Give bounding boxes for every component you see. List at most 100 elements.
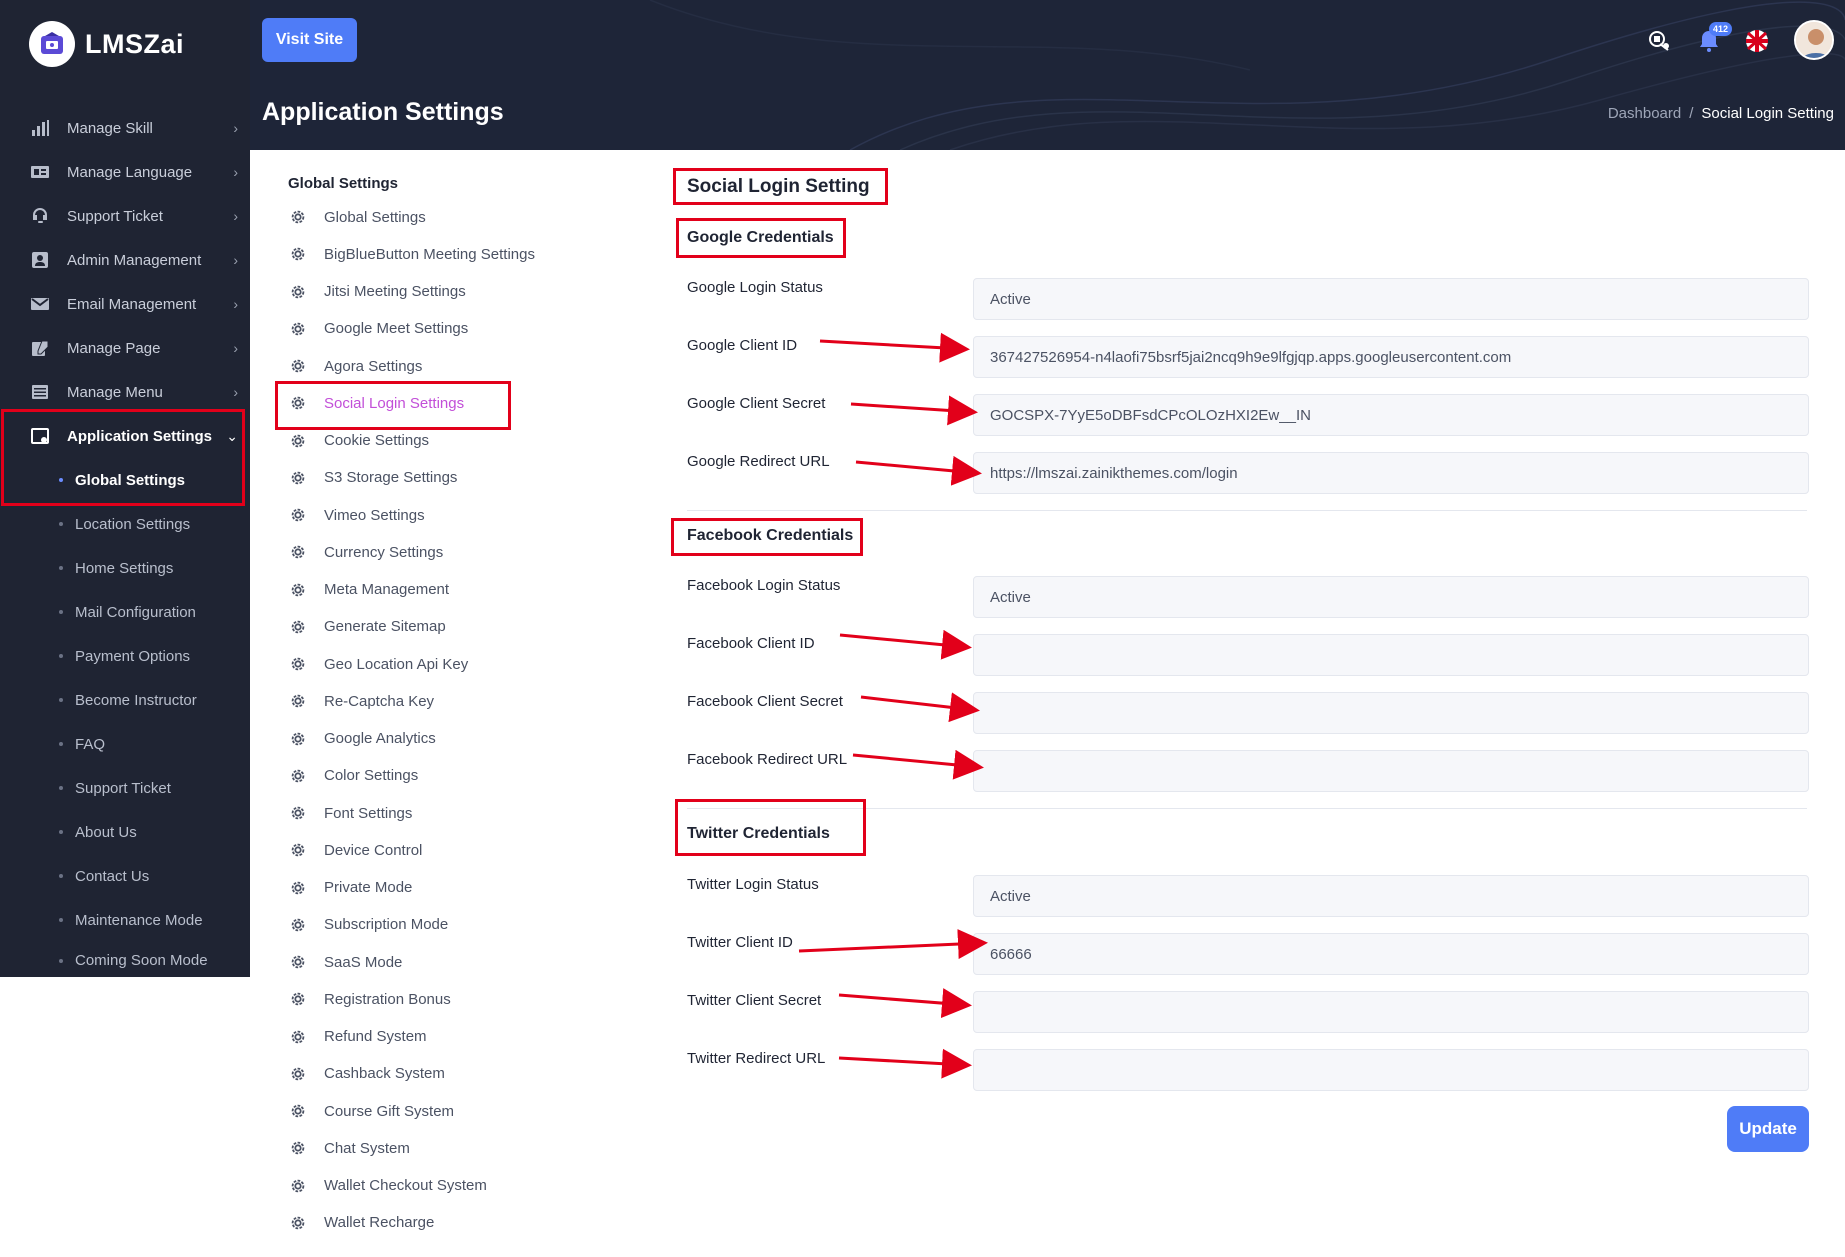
ai-assistant-icon[interactable] <box>1644 26 1674 56</box>
settings-link-registration-bonus[interactable]: Registration Bonus <box>262 982 637 1016</box>
sidebar-item-manage-page[interactable]: Manage Page › <box>0 326 250 370</box>
settings-link-cashback-system[interactable]: Cashback System <box>262 1057 637 1091</box>
sidebar-item-manage-skill[interactable]: Manage Skill › <box>0 106 250 150</box>
settings-link-course-gift-system[interactable]: Course Gift System <box>262 1094 637 1128</box>
gear-icon <box>289 432 307 450</box>
settings-window-icon <box>29 425 51 447</box>
gear-icon <box>289 394 307 412</box>
bullet-icon <box>59 610 63 614</box>
settings-link-google-analytics[interactable]: Google Analytics <box>262 722 637 756</box>
gear-icon <box>289 543 307 561</box>
submenu-contact-us[interactable]: Contact Us <box>0 856 250 896</box>
settings-link-wallet-recharge[interactable]: Wallet Recharge <box>262 1206 637 1240</box>
sidebar-item-manage-menu[interactable]: Manage Menu › <box>0 370 250 414</box>
facebook-login-status-select[interactable] <box>973 576 1809 618</box>
google-client-secret-input[interactable] <box>973 394 1809 436</box>
submenu-payment-options[interactable]: Payment Options <box>0 636 250 676</box>
twitter-login-status-select[interactable] <box>973 875 1809 917</box>
submenu-location-settings[interactable]: Location Settings <box>0 504 250 544</box>
settings-link-refund-system[interactable]: Refund System <box>262 1020 637 1054</box>
edit-page-icon <box>29 337 51 359</box>
submenu-coming-soon-mode[interactable]: Coming Soon Mode <box>0 944 250 977</box>
settings-link-meta-management[interactable]: Meta Management <box>262 573 637 607</box>
form-title: Social Login Setting <box>687 176 870 197</box>
settings-link-label: Refund System <box>324 1028 427 1045</box>
sidebar-item-email-management[interactable]: Email Management › <box>0 282 250 326</box>
settings-link-social-login-settings[interactable]: Social Login Settings <box>262 386 637 420</box>
submenu-global-settings[interactable]: Global Settings <box>0 460 250 500</box>
breadcrumb: Dashboard / Social Login Setting <box>1608 105 1834 122</box>
settings-link-wallet-checkout-system[interactable]: Wallet Checkout System <box>262 1169 637 1203</box>
submenu-faq[interactable]: FAQ <box>0 724 250 764</box>
google-login-status-select[interactable] <box>973 278 1809 320</box>
sidebar: LMSZai Manage Skill › Manage Language › … <box>0 0 250 977</box>
sidebar-item-manage-language[interactable]: Manage Language › <box>0 150 250 194</box>
field-label: Facebook Client ID <box>687 635 815 652</box>
settings-link-label: Re-Captcha Key <box>324 692 435 710</box>
settings-link-agora-settings[interactable]: Agora Settings <box>262 349 637 383</box>
breadcrumb-home[interactable]: Dashboard <box>1608 105 1681 122</box>
sidebar-item-label: Email Management <box>67 295 197 313</box>
submenu-label: Location Settings <box>75 515 191 533</box>
twitter-client-id-input[interactable] <box>973 933 1809 975</box>
facebook-client-id-input[interactable] <box>973 634 1809 676</box>
submenu-about-us[interactable]: About Us <box>0 812 250 852</box>
sidebar-item-admin-management[interactable]: Admin Management › <box>0 238 250 282</box>
bullet-icon <box>59 698 63 702</box>
twitter-client-secret-input[interactable] <box>973 991 1809 1033</box>
gear-icon <box>289 804 307 822</box>
chevron-right-icon: › <box>233 340 238 356</box>
settings-link-re-captcha-key[interactable]: Re-Captcha Key <box>262 684 637 718</box>
settings-link-label: Private Mode <box>324 879 413 896</box>
settings-link-generate-sitemap[interactable]: Generate Sitemap <box>262 610 637 644</box>
settings-link-cookie-settings[interactable]: Cookie Settings <box>262 424 637 458</box>
chevron-right-icon: › <box>233 120 238 136</box>
settings-link-chat-system[interactable]: Chat System <box>262 1131 637 1165</box>
settings-link-label: Registration Bonus <box>324 990 451 1008</box>
settings-link-jitsi-meeting-settings[interactable]: Jitsi Meeting Settings <box>262 275 637 309</box>
settings-link-private-mode[interactable]: Private Mode <box>262 871 637 905</box>
submenu-become-instructor[interactable]: Become Instructor <box>0 680 250 720</box>
google-client-id-input[interactable] <box>973 336 1809 378</box>
settings-link-currency-settings[interactable]: Currency Settings <box>262 535 637 569</box>
settings-link-font-settings[interactable]: Font Settings <box>262 796 637 830</box>
settings-link-saas-mode[interactable]: SaaS Mode <box>262 945 637 979</box>
facebook-redirect-url-input[interactable] <box>973 750 1809 792</box>
wave-decoration <box>649 0 1845 150</box>
twitter-redirect-url-input[interactable] <box>973 1049 1809 1091</box>
settings-link-label: Course Gift System <box>324 1102 455 1120</box>
facebook-client-secret-input[interactable] <box>973 692 1809 734</box>
field-label: Google Login Status <box>687 279 823 296</box>
chevron-down-icon: ⌄ <box>226 427 238 444</box>
user-avatar[interactable] <box>1794 20 1834 60</box>
gear-icon <box>289 1214 307 1232</box>
app-logo[interactable]: LMSZai <box>29 21 184 67</box>
settings-link-label: Jitsi Meeting Settings <box>324 283 466 300</box>
settings-link-vimeo-settings[interactable]: Vimeo Settings <box>262 498 637 532</box>
google-redirect-url-input[interactable] <box>973 452 1809 494</box>
settings-link-geo-location-api-key[interactable]: Geo Location Api Key <box>262 647 637 681</box>
settings-link-device-control[interactable]: Device Control <box>262 833 637 867</box>
submenu-maintenance-mode[interactable]: Maintenance Mode <box>0 900 250 940</box>
submenu-home-settings[interactable]: Home Settings <box>0 548 250 588</box>
submenu-mail-configuration[interactable]: Mail Configuration <box>0 592 250 632</box>
notification-count: 412 <box>1708 22 1732 36</box>
settings-link-color-settings[interactable]: Color Settings <box>262 759 637 793</box>
bar-chart-icon <box>29 117 51 139</box>
sidebar-item-label: Application Settings <box>67 427 213 445</box>
field-label: Twitter Login Status <box>687 876 819 893</box>
notification-bell-icon[interactable]: 412 <box>1694 22 1732 56</box>
settings-link-subscription-mode[interactable]: Subscription Mode <box>262 908 637 942</box>
submenu-label: Home Settings <box>75 559 174 577</box>
settings-link-s3-storage-settings[interactable]: S3 Storage Settings <box>262 461 637 495</box>
update-button[interactable]: Update <box>1727 1106 1809 1152</box>
language-flag-icon[interactable] <box>1742 26 1772 56</box>
sidebar-item-support-ticket[interactable]: Support Ticket › <box>0 194 250 238</box>
gear-icon <box>289 581 307 599</box>
sidebar-item-application-settings[interactable]: Application Settings ⌄ <box>0 414 250 458</box>
settings-link-global-settings[interactable]: Global Settings <box>262 200 637 234</box>
submenu-support-ticket[interactable]: Support Ticket <box>0 768 250 808</box>
settings-link-google-meet-settings[interactable]: Google Meet Settings <box>262 312 637 346</box>
settings-link-bigbluebutton-meeting-settings[interactable]: BigBlueButton Meeting Settings <box>262 237 637 271</box>
visit-site-button[interactable]: Visit Site <box>262 18 357 62</box>
